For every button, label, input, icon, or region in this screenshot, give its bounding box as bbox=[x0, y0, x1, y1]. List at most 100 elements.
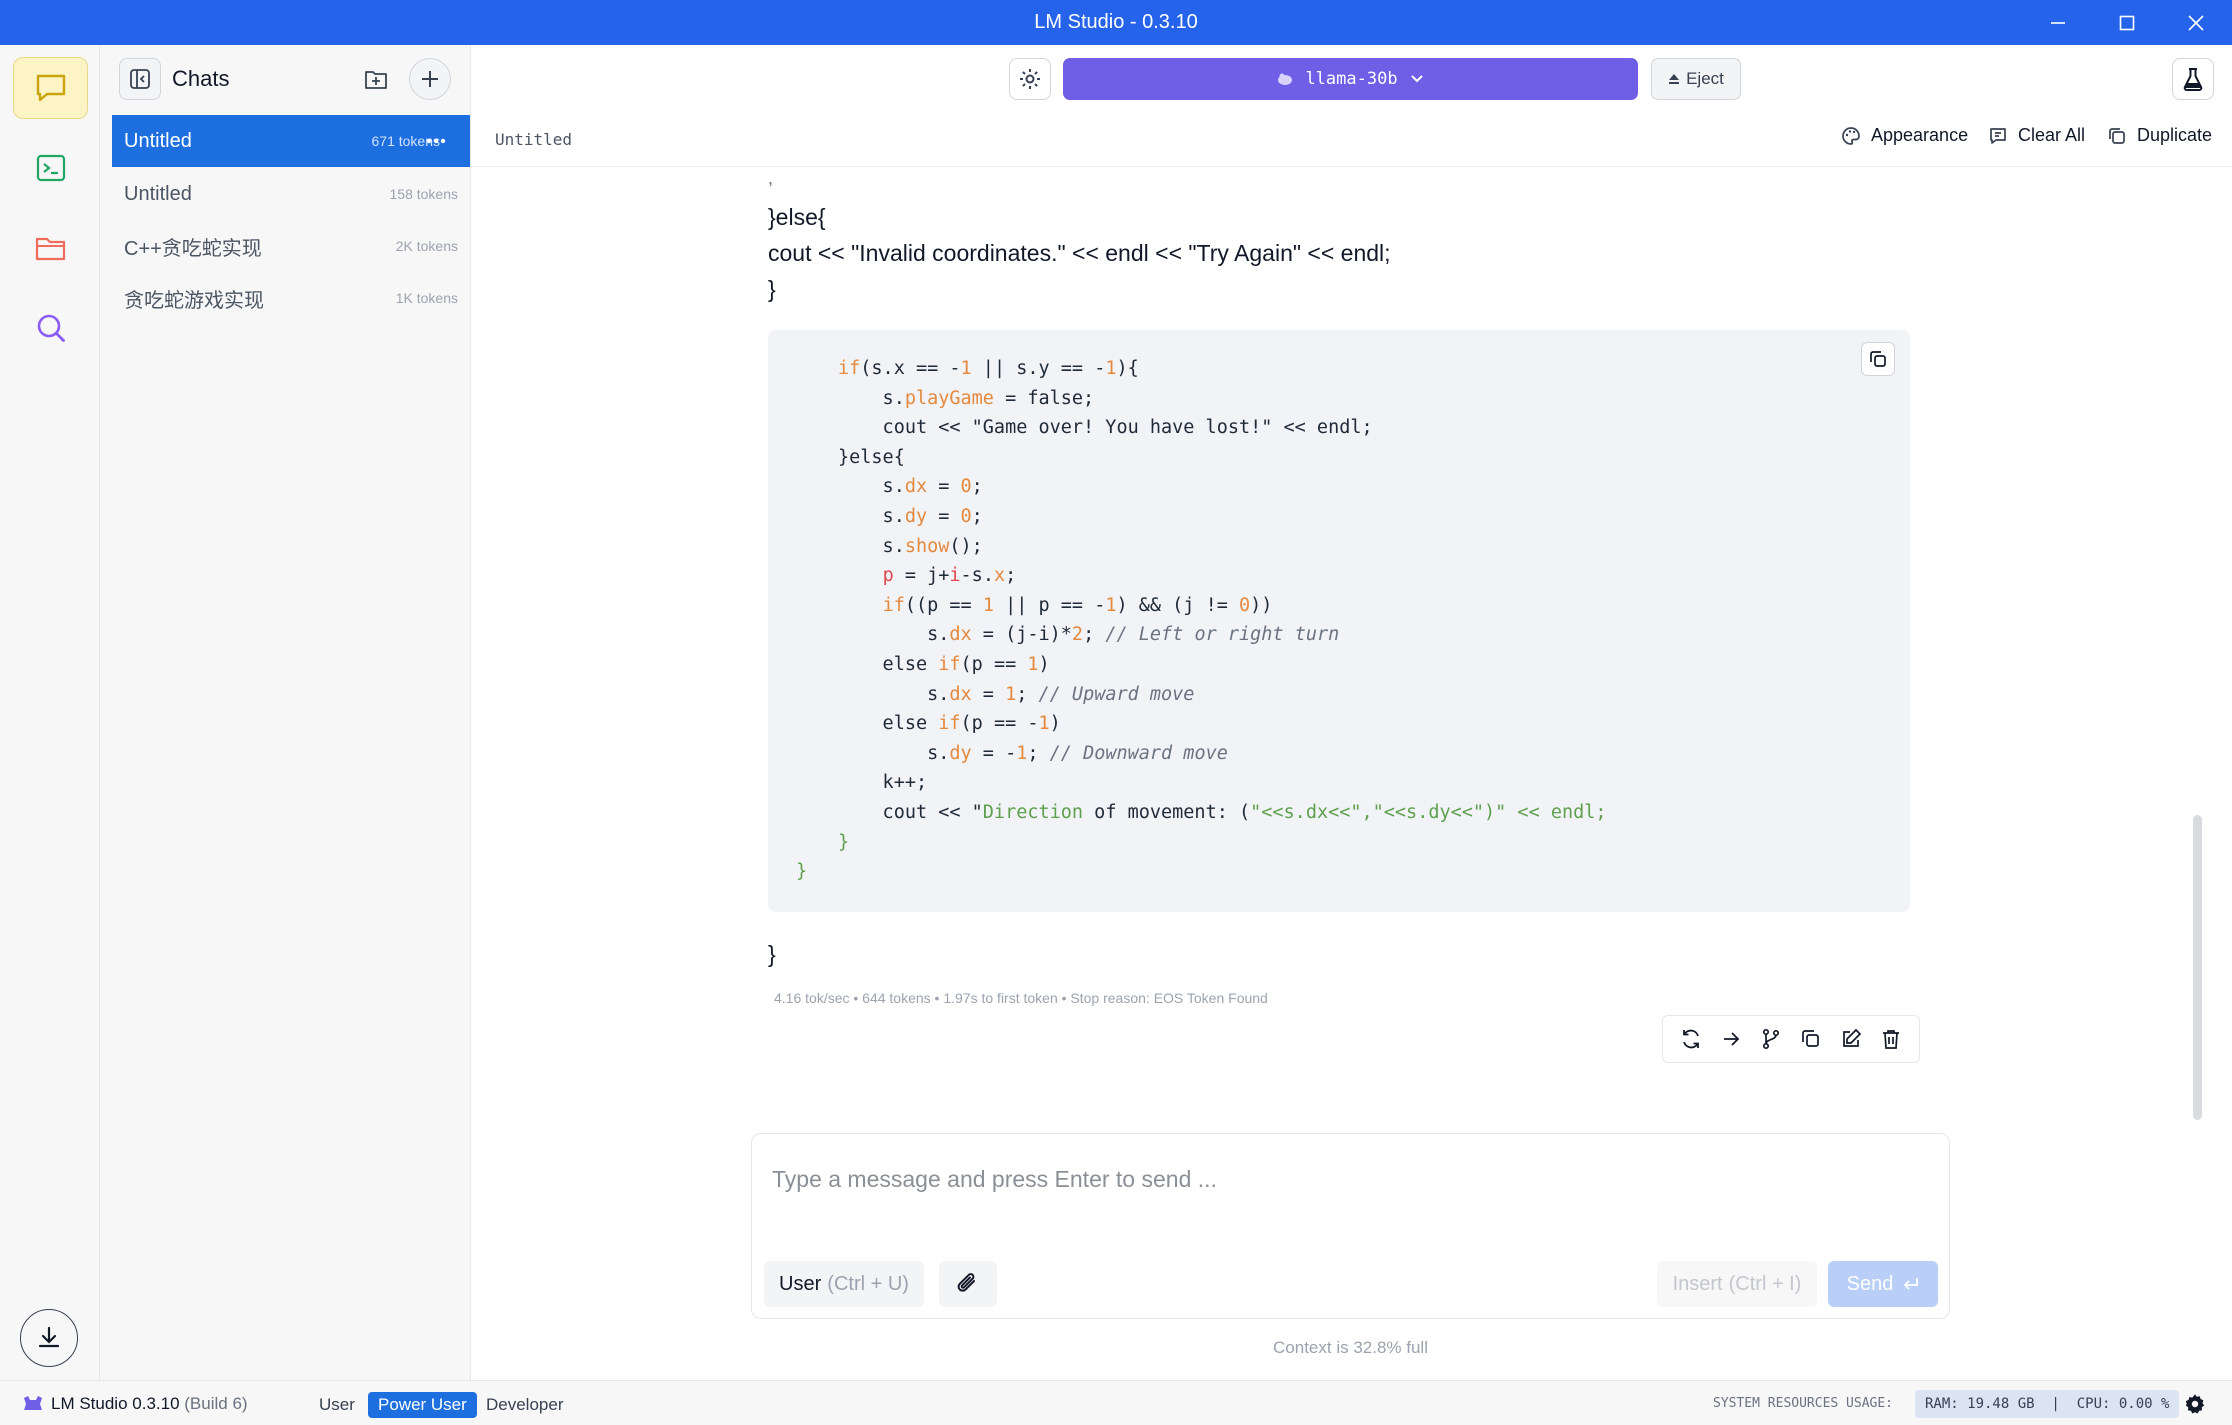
chat-scrollbar[interactable] bbox=[2193, 815, 2202, 1120]
continue-arrow-icon[interactable] bbox=[1720, 1028, 1742, 1050]
message-text-line: cout << "Invalid coordinates." << endl <… bbox=[768, 240, 1391, 266]
chat-bubble-icon bbox=[36, 74, 65, 102]
message-text-line: } bbox=[768, 941, 776, 967]
code-block: if(s.x == -1 || s.y == -1){ s.playGame =… bbox=[768, 330, 1910, 912]
chat-item-tokens: 2K tokens bbox=[395, 238, 458, 254]
minimize-button[interactable] bbox=[2024, 0, 2092, 45]
chats-title: Chats bbox=[172, 66, 230, 91]
message-text-line: }else{ bbox=[768, 204, 826, 230]
chat-item-tokens: 158 tokens bbox=[389, 186, 459, 202]
resources-usage[interactable]: RAM: 19.48 GB | CPU: 0.00 % bbox=[1915, 1390, 2180, 1418]
mode-user-button[interactable]: User bbox=[309, 1392, 365, 1418]
folder-plus-icon bbox=[365, 71, 387, 89]
copy-code-button[interactable] bbox=[1861, 342, 1895, 376]
new-chat-button[interactable] bbox=[409, 58, 451, 100]
gear-icon bbox=[1020, 69, 1040, 89]
message-text-line: } bbox=[768, 276, 776, 302]
trash-icon[interactable] bbox=[1880, 1028, 1902, 1050]
clear-all-button[interactable]: Clear All bbox=[1988, 125, 2085, 146]
chat-item[interactable]: 贪吃蛇游戏实现 1K tokens bbox=[112, 272, 470, 324]
download-icon bbox=[38, 1326, 60, 1348]
mode-power-user-button[interactable]: Power User bbox=[368, 1392, 477, 1418]
message-input[interactable] bbox=[770, 1154, 1920, 1204]
edit-icon[interactable] bbox=[1840, 1028, 1862, 1050]
app-version-label: LM Studio 0.3.10 bbox=[51, 1394, 180, 1413]
folder-icon bbox=[35, 237, 65, 261]
model-selector-button[interactable]: llama-30b bbox=[1063, 58, 1638, 100]
duplicate-label: Duplicate bbox=[2137, 125, 2213, 145]
sidebar-collapse-icon bbox=[130, 69, 150, 89]
new-folder-button[interactable] bbox=[355, 58, 397, 100]
eject-label: Eject bbox=[1686, 69, 1724, 88]
build-number: (Build 6) bbox=[184, 1394, 248, 1413]
close-button[interactable] bbox=[2162, 0, 2230, 45]
insert-label: Insert bbox=[1672, 1272, 1723, 1295]
role-label: User bbox=[779, 1272, 822, 1295]
search-icon bbox=[37, 314, 65, 342]
app-version[interactable]: LM Studio 0.3.10 (Build 6) bbox=[51, 1394, 248, 1414]
chat-item[interactable]: C++贪吃蛇实现 2K tokens bbox=[112, 220, 470, 272]
clear-chat-icon bbox=[1990, 127, 2006, 144]
more-options-icon[interactable] bbox=[426, 138, 446, 144]
context-usage: Context is 32.8% full bbox=[1273, 1338, 1428, 1357]
eject-button[interactable]: Eject bbox=[1651, 58, 1741, 100]
toggle-sidebar-button[interactable] bbox=[119, 58, 161, 100]
copy-icon[interactable] bbox=[1800, 1028, 1822, 1050]
mode-developer-button[interactable]: Developer bbox=[476, 1392, 574, 1418]
chat-title[interactable]: Untitled bbox=[495, 130, 572, 149]
terminal-icon bbox=[36, 154, 65, 182]
flask-icon bbox=[2183, 68, 2203, 91]
my-models-nav-button[interactable] bbox=[13, 217, 88, 279]
palette-icon bbox=[1842, 126, 1860, 145]
chat-item-tokens: 1K tokens bbox=[395, 290, 458, 306]
enter-key-icon bbox=[1904, 1278, 1919, 1290]
status-bar: LM Studio 0.3.10 (Build 6) User Power Us… bbox=[0, 1380, 2232, 1425]
duplicate-icon bbox=[2109, 127, 2125, 144]
duplicate-button[interactable]: Duplicate bbox=[2107, 125, 2212, 146]
experimental-button[interactable] bbox=[2172, 58, 2214, 100]
resources-label: SYSTEM RESOURCES USAGE: bbox=[1713, 1396, 1894, 1411]
regenerate-icon[interactable] bbox=[1680, 1028, 1702, 1050]
chat-item[interactable]: Untitled 158 tokens bbox=[112, 168, 470, 220]
left-rail bbox=[0, 45, 100, 1380]
lm-studio-logo-icon bbox=[24, 1396, 42, 1410]
chats-panel: Chats Untitled 671 tokens Untitled 158 t… bbox=[100, 45, 471, 1380]
code-content: if(s.x == -1 || s.y == -1){ s.playGame =… bbox=[796, 358, 1607, 883]
downloads-button[interactable] bbox=[20, 1309, 78, 1367]
chat-header: Untitled Appearance Clear All Duplicate bbox=[471, 113, 2232, 167]
generation-stats: 4.16 tok/sec • 644 tokens • 1.97s to fir… bbox=[774, 990, 1268, 1006]
title-bar: LM Studio - 0.3.10 bbox=[0, 0, 2232, 45]
paperclip-icon bbox=[957, 1273, 975, 1292]
chat-item-name: Untitled bbox=[124, 129, 192, 152]
message-text-line: , bbox=[768, 168, 774, 188]
clear-all-label: Clear All bbox=[2018, 125, 2086, 145]
maximize-button[interactable] bbox=[2093, 0, 2161, 45]
copy-icon bbox=[1870, 351, 1886, 367]
send-button[interactable]: Send bbox=[1828, 1261, 1938, 1307]
chat-item[interactable]: Untitled 671 tokens bbox=[112, 115, 470, 167]
model-icon bbox=[1278, 73, 1293, 85]
window-title: LM Studio - 0.3.10 bbox=[1034, 11, 1198, 33]
plus-icon bbox=[422, 71, 438, 87]
chat-item-name: Untitled bbox=[124, 182, 192, 205]
top-bar: llama-30b Eject bbox=[471, 45, 2232, 113]
chevron-down-icon bbox=[1410, 75, 1423, 83]
branch-icon[interactable] bbox=[1760, 1028, 1782, 1050]
maximize-icon bbox=[2119, 15, 2135, 30]
attach-button[interactable] bbox=[939, 1261, 997, 1307]
settings-gear-icon[interactable] bbox=[2184, 1393, 2206, 1415]
insert-button[interactable]: Insert (Ctrl + I) bbox=[1657, 1261, 1817, 1307]
chat-item-name: C++贪吃蛇实现 bbox=[124, 237, 262, 260]
minimize-icon bbox=[2051, 21, 2065, 24]
model-name: llama-30b bbox=[1305, 69, 1398, 89]
discover-nav-button[interactable] bbox=[13, 297, 88, 359]
appearance-button[interactable]: Appearance bbox=[1841, 125, 1968, 146]
send-label: Send bbox=[1846, 1272, 1894, 1295]
message-composer: User (Ctrl + U) Insert (Ctrl + I) Send bbox=[751, 1133, 1950, 1319]
model-settings-button[interactable] bbox=[1009, 58, 1051, 100]
developer-nav-button[interactable] bbox=[13, 137, 88, 199]
role-shortcut: (Ctrl + U) bbox=[827, 1272, 909, 1295]
chat-nav-button[interactable] bbox=[13, 57, 88, 119]
chat-item-name: 贪吃蛇游戏实现 bbox=[124, 289, 264, 312]
role-toggle-button[interactable]: User (Ctrl + U) bbox=[764, 1261, 924, 1307]
